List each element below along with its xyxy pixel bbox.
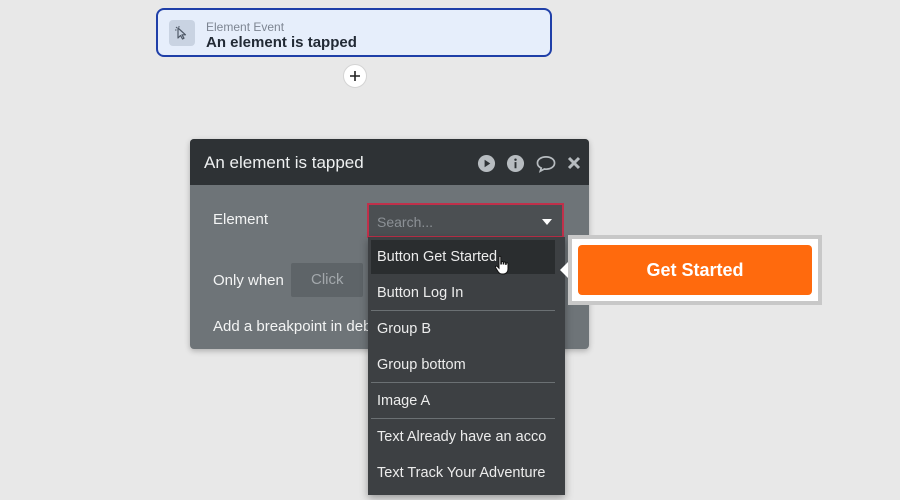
- info-icon[interactable]: [505, 153, 525, 173]
- list-divider: [371, 418, 555, 419]
- only-when-value: Click: [311, 271, 344, 288]
- cursor-click-icon: [169, 20, 195, 46]
- element-preview: Get Started: [568, 235, 822, 305]
- only-when-field[interactable]: Click: [291, 263, 363, 297]
- list-item[interactable]: Image A: [371, 384, 555, 418]
- element-search-input[interactable]: [375, 211, 539, 233]
- comment-icon[interactable]: [534, 153, 558, 173]
- close-icon[interactable]: [565, 153, 583, 173]
- list-item[interactable]: Group bottom: [371, 348, 555, 382]
- list-item[interactable]: Text Already have an acco: [371, 420, 555, 454]
- event-kind-label: Element Event: [206, 20, 285, 34]
- event-card[interactable]: Element Event An element is tapped: [156, 8, 552, 57]
- breakpoint-label[interactable]: Add a breakpoint in deb: [213, 318, 371, 335]
- preview-pointer: [560, 262, 568, 278]
- list-divider: [371, 382, 555, 383]
- add-action-button[interactable]: [343, 64, 367, 88]
- list-item[interactable]: Button Log In: [371, 276, 555, 310]
- element-label: Element: [213, 211, 269, 228]
- event-title: An element is tapped: [206, 34, 357, 51]
- list-divider: [371, 310, 555, 311]
- list-item[interactable]: Text Track Your Adventure: [371, 456, 555, 490]
- list-item[interactable]: Button Get Started: [371, 240, 555, 274]
- plus-icon: [350, 71, 360, 81]
- chevron-down-icon[interactable]: [542, 219, 552, 225]
- panel-title: An element is tapped: [204, 153, 364, 172]
- only-when-label: Only when: [213, 272, 284, 289]
- get-started-button: Get Started: [578, 245, 812, 295]
- list-item[interactable]: Group B: [371, 312, 555, 346]
- element-search-field[interactable]: [367, 203, 564, 238]
- panel-header: An element is tapped: [190, 139, 589, 185]
- element-dropdown-list: Button Get Started Button Log In Group B…: [368, 237, 565, 495]
- play-icon[interactable]: [476, 153, 496, 173]
